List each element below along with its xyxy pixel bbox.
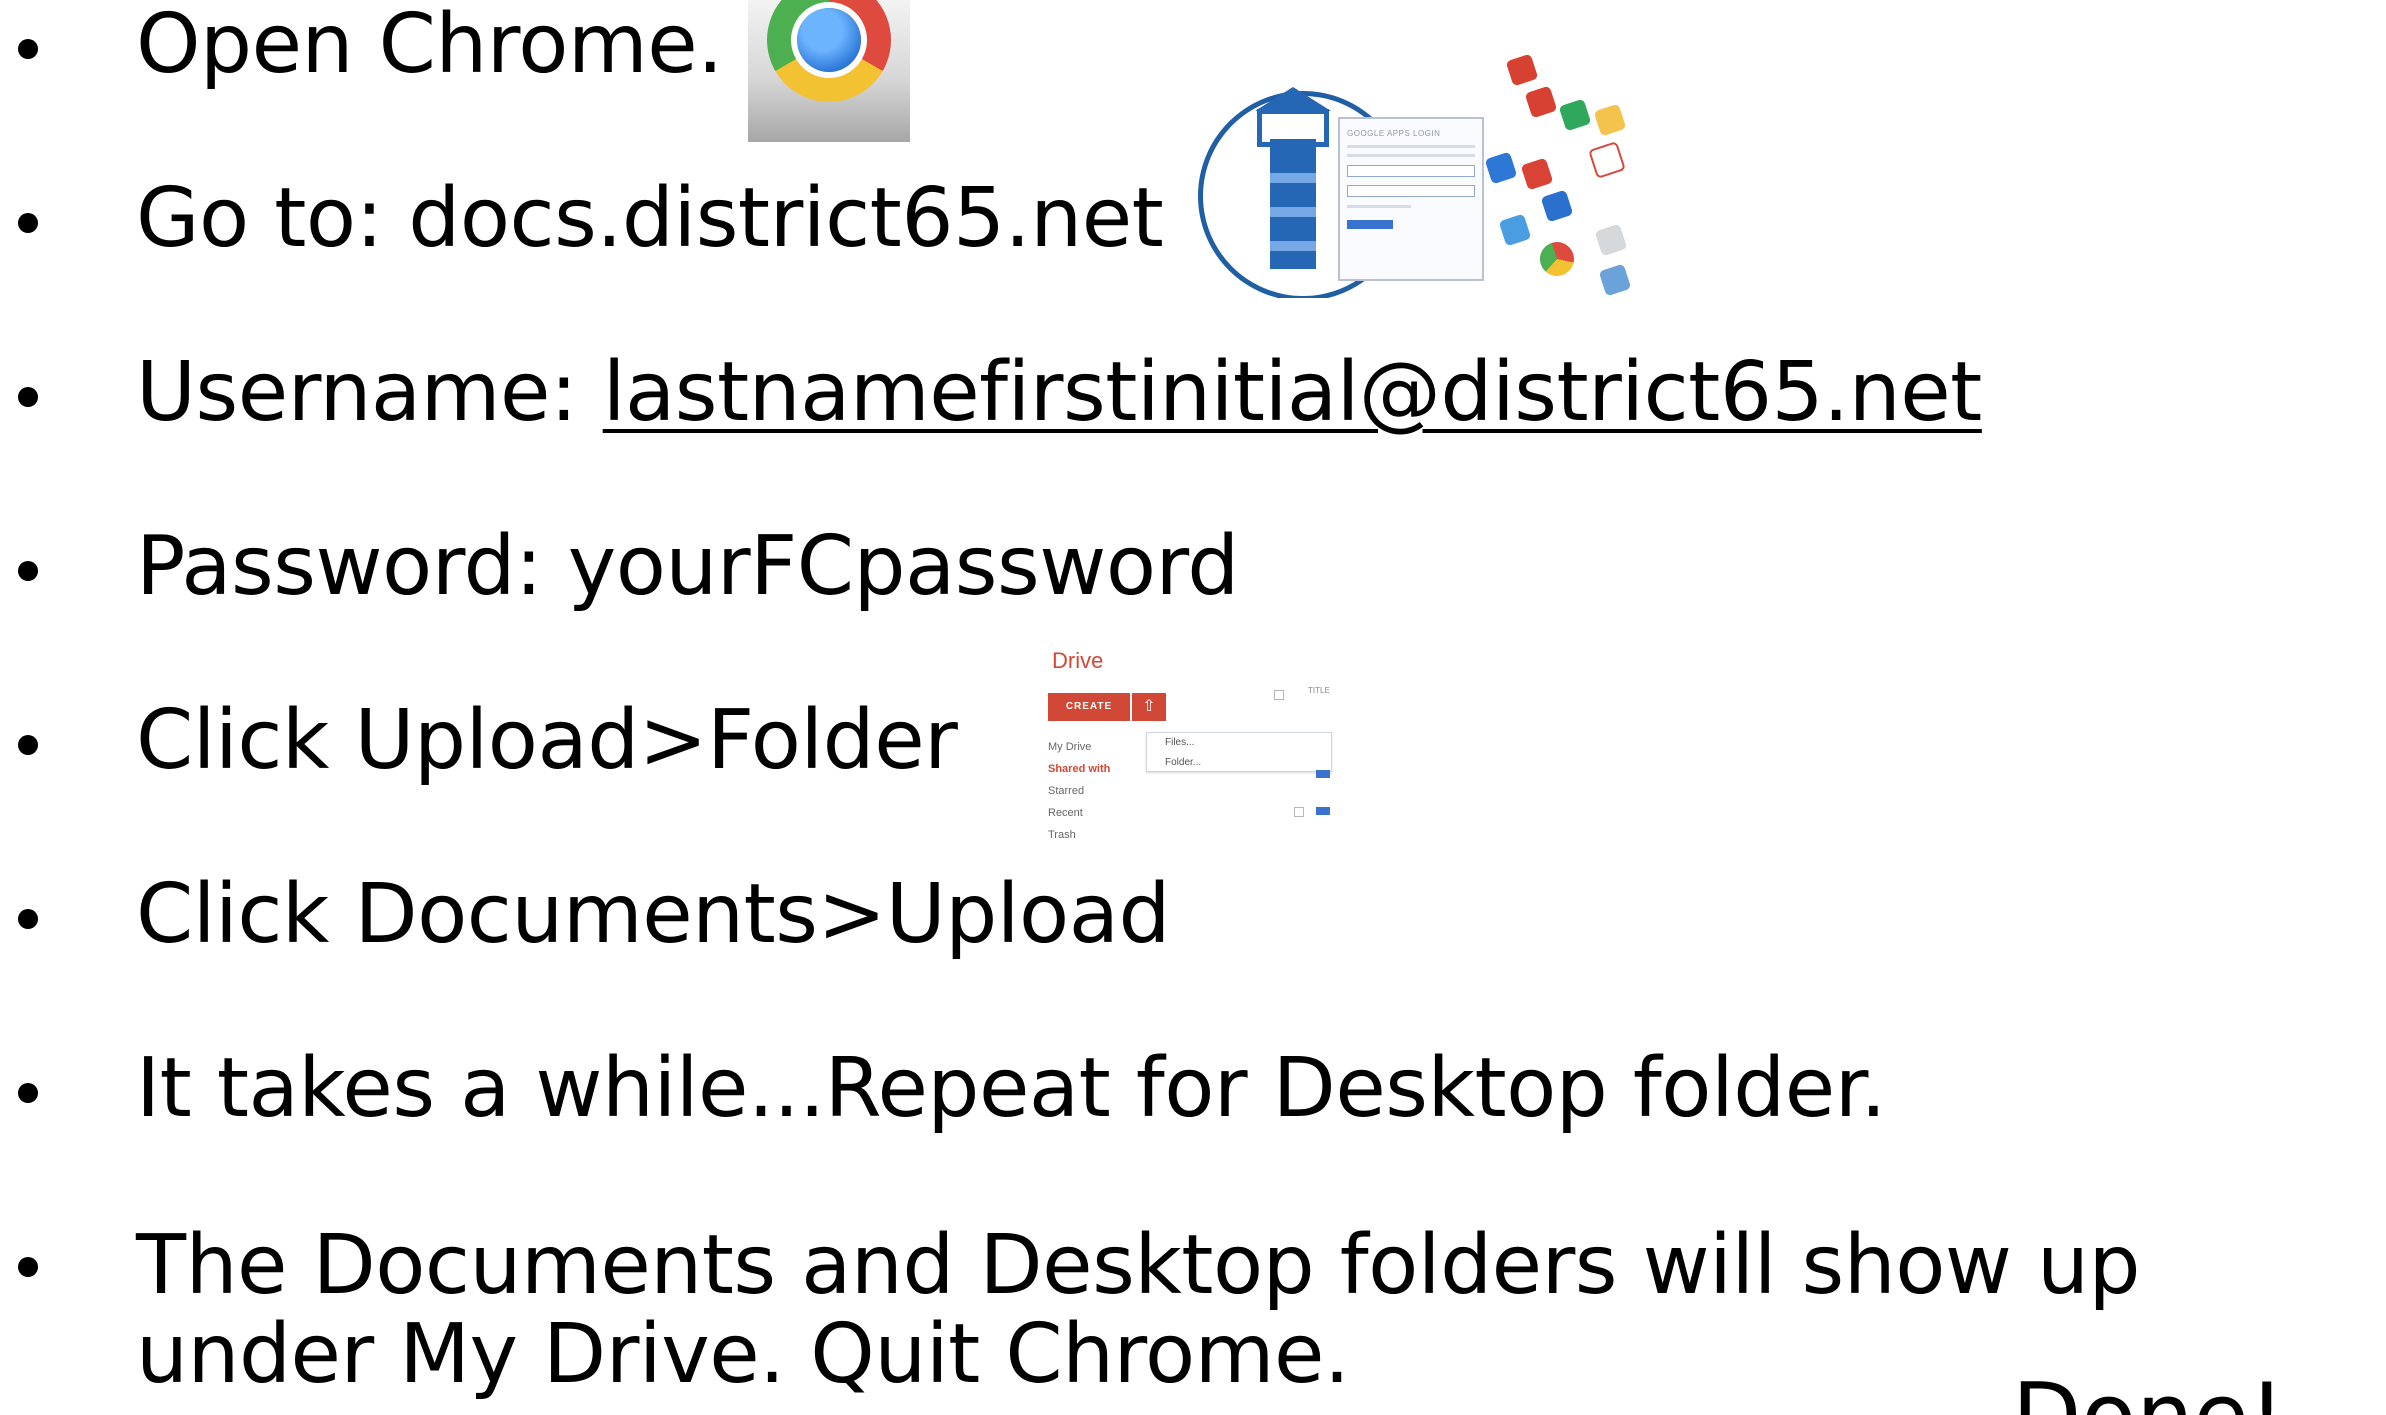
bullet-icon [18,213,38,233]
sites-icon [1540,189,1574,223]
login-button [1347,220,1393,229]
login-line [1347,205,1411,208]
bullet-icon [18,909,38,929]
login-card: GOOGLE APPS LOGIN [1338,117,1484,281]
login-line [1347,145,1475,148]
bullet-icon [18,39,38,59]
bullet-icon [18,1257,38,1277]
file-type-icon [1316,807,1330,815]
calendar-icon [1484,151,1518,185]
login-input [1347,165,1475,177]
upload-icon: ⇧ [1132,693,1166,721]
google-plus-icon [1524,85,1558,119]
drive-sidebar-item: Starred [1048,785,1085,797]
drive-column-title: TITLE [1308,686,1330,695]
instruction-text: Username: lastnamefirstinitial@district6… [136,352,1982,434]
instruction-text: Click Documents>Upload [136,867,1171,962]
drive-icon [1520,157,1554,191]
gmail-icon [1588,141,1626,179]
chrome-logo-icon [767,0,891,102]
instruction-text: Go to: docs.district65.net [136,171,1164,266]
checkbox-icon [1274,690,1284,700]
bullet-icon [18,561,38,581]
slides-icon [1593,103,1627,137]
drive-upload-menu: Files... Folder... [1146,732,1332,772]
instruction-text: Open Chrome. [136,0,723,92]
bullet-icon [18,1083,38,1103]
bullet-icon [18,387,38,407]
slide-canvas: Open Chrome. Go to: docs.district65.net … [0,0,2386,1415]
drive-sidebar-item: Trash [1048,829,1076,838]
lighthouse-stripe-icon [1270,173,1316,183]
drive-sidebar: My Drive Shared with Starred Recent Tras… [1048,736,1110,838]
username-label: Username: [136,345,603,440]
login-card-title: GOOGLE APPS LOGIN [1347,129,1441,138]
drive-sidebar-item: Shared with [1048,763,1111,775]
lighthouse-stripe-icon [1270,241,1316,251]
username-link[interactable]: lastnamefirstinitial@district65.net [603,345,1983,440]
lighthouse-roof-icon [1255,87,1331,111]
drive-title: Drive [1052,648,1104,673]
chrome-icon [748,0,910,142]
chrome-icon [1535,237,1579,281]
google-plus-icon [1505,53,1539,87]
login-input [1347,185,1475,197]
voice-icon [1598,263,1632,297]
drive-menu-item-folder: Folder... [1165,757,1202,768]
instruction-text: Password: yourFCpassword [136,519,1239,614]
bullet-icon [18,735,38,755]
drive-sidebar-item: Recent [1048,807,1083,819]
login-line [1347,154,1475,157]
instruction-text: It takes a while...Repeat for Desktop fo… [136,1041,1887,1136]
checkbox-icon [1294,807,1304,817]
settings-icon [1594,223,1628,257]
done-text: Done! [2012,1372,2285,1415]
file-type-icon [1316,770,1330,778]
create-button: CREATE [1048,693,1130,721]
sheets-icon [1558,98,1592,132]
drive-upload-menu-icon: Drive CREATE ⇧ TITLE My Drive Shared wit… [1048,648,1364,838]
drive-menu-item-files: Files... [1165,737,1195,748]
drive-sidebar-item: My Drive [1048,741,1092,753]
google-apps-login-icon: GOOGLE APPS LOGIN [1188,47,1632,298]
docs-icon [1498,213,1532,247]
lighthouse-stripe-icon [1270,207,1316,217]
instruction-text: Click Upload>Folder [136,693,958,788]
